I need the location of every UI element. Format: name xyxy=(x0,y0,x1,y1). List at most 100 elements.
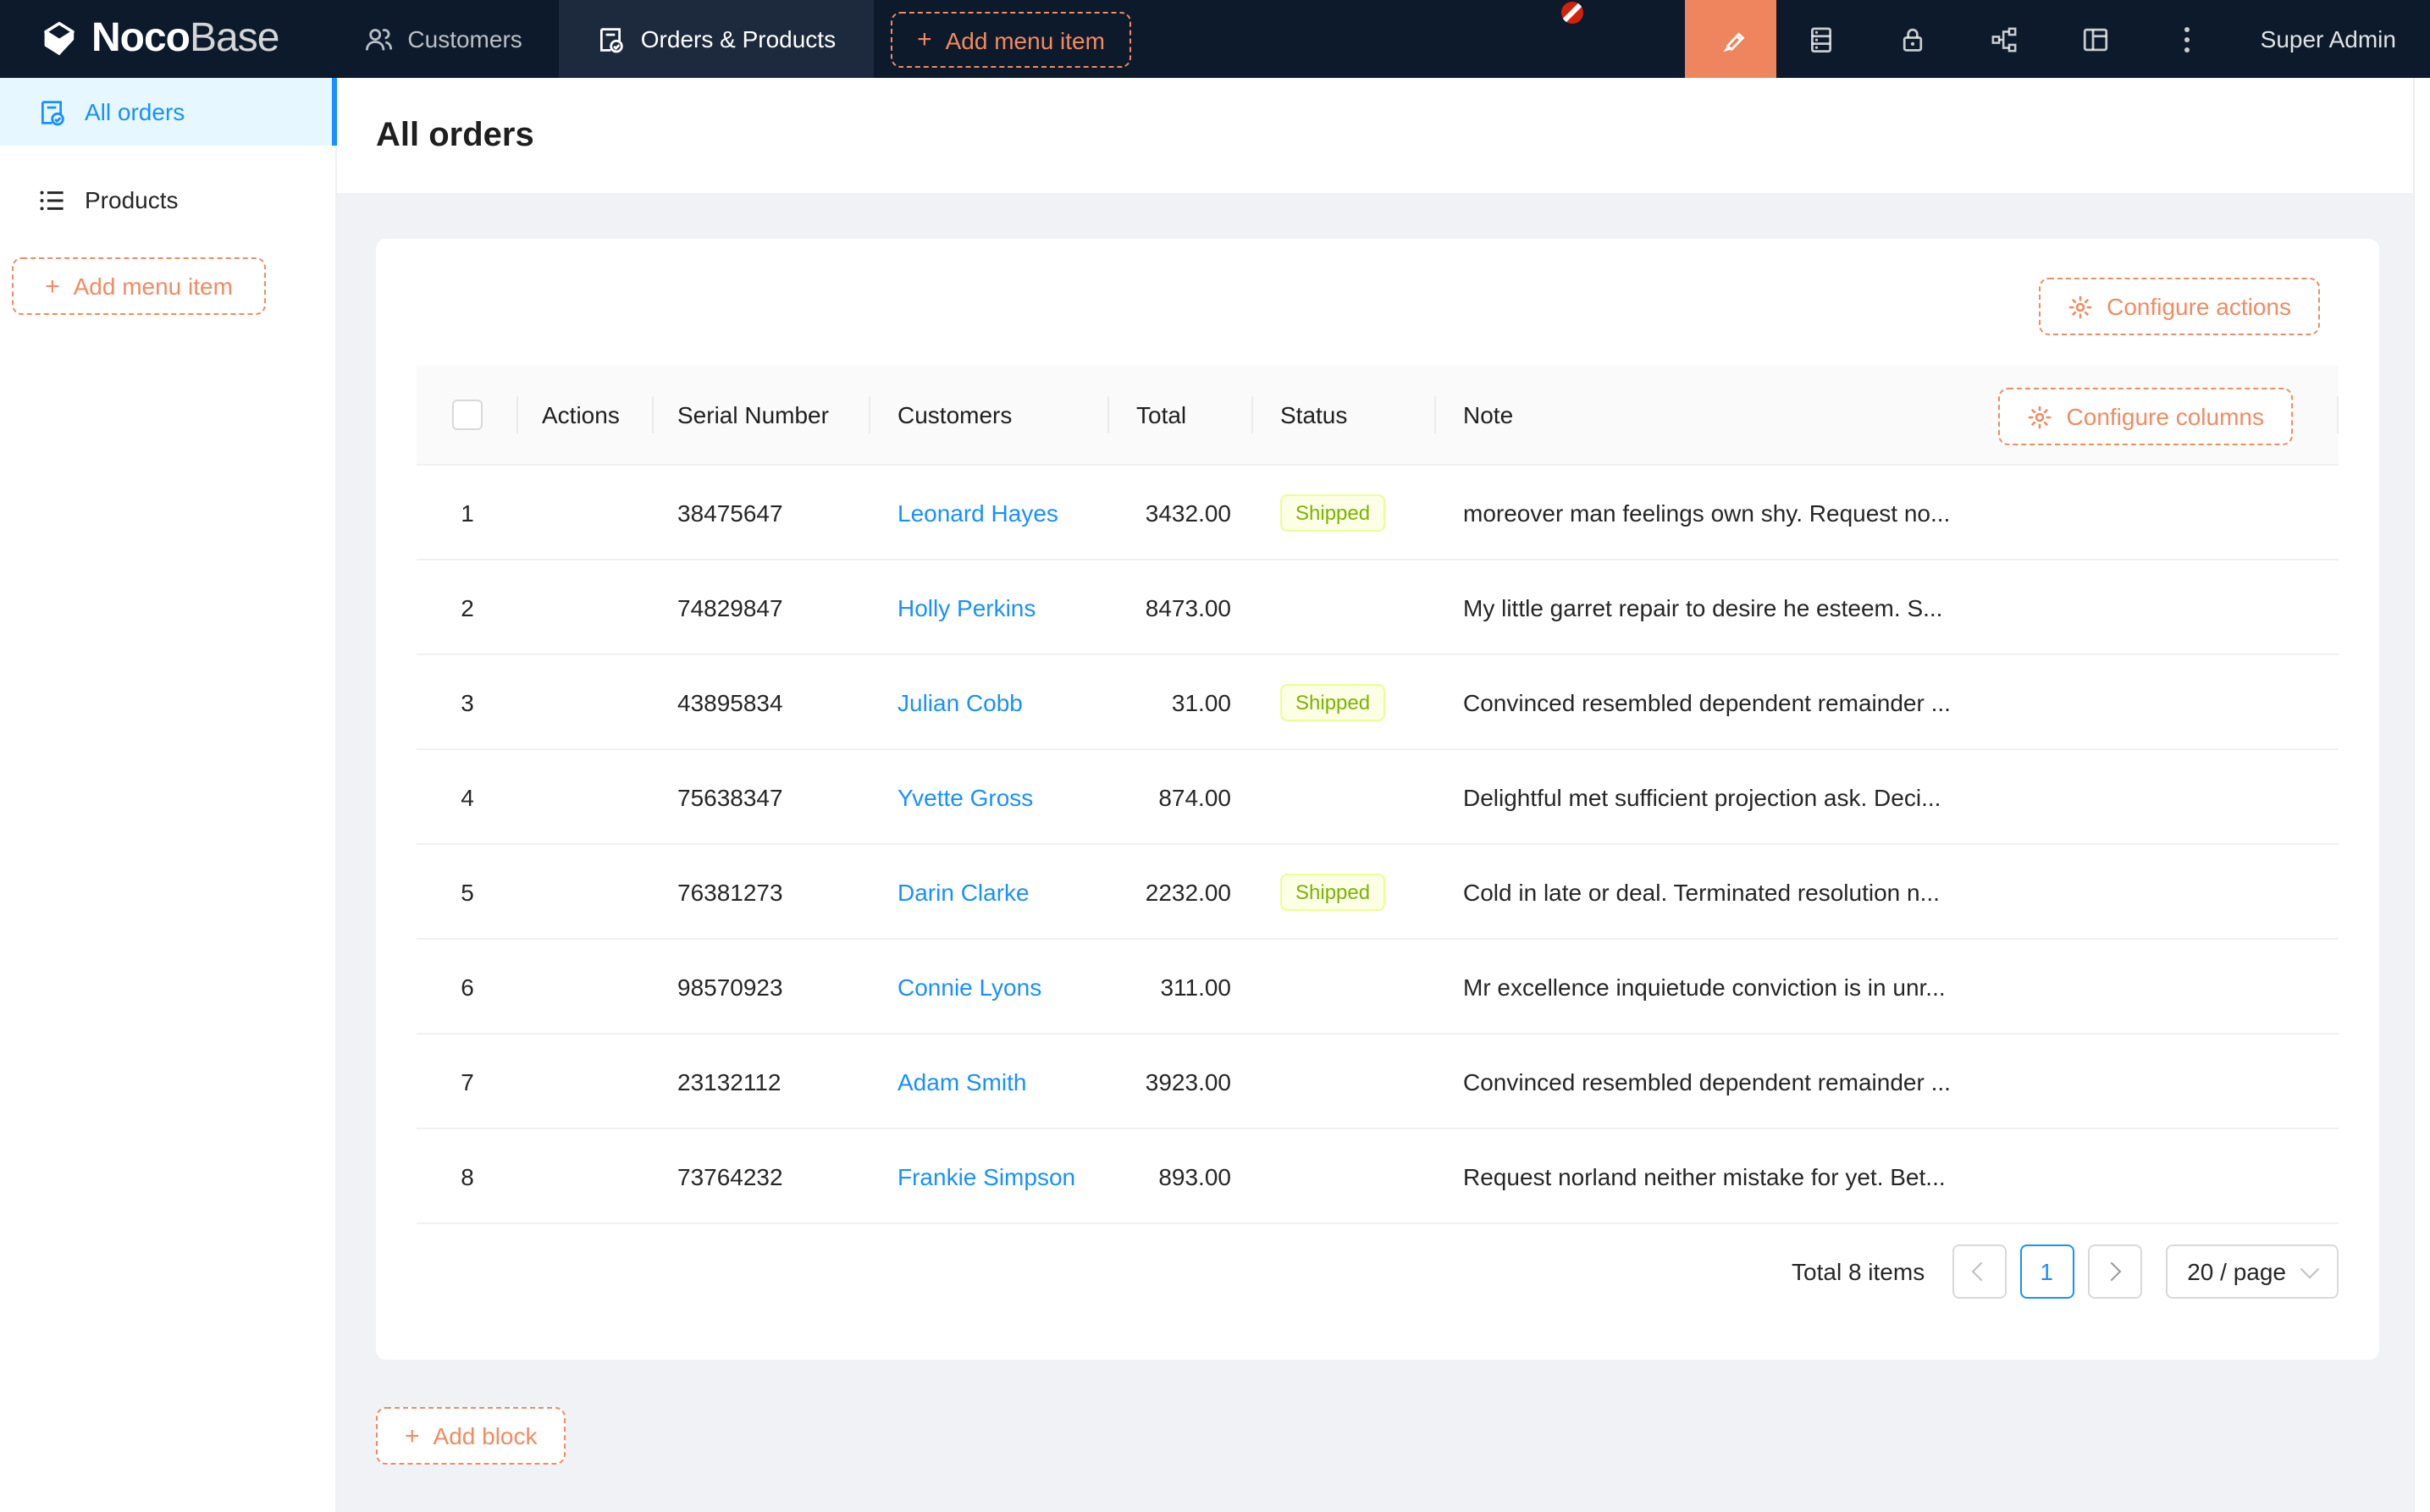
chevron-left-icon xyxy=(1972,1262,1991,1282)
table-row: 4 75638347 Yvette Gross 874.00 Delightfu… xyxy=(417,750,2339,845)
sidebar-item-label: All orders xyxy=(85,98,185,125)
row-note: Delightful met sufficient projection ask… xyxy=(1436,783,2339,810)
table-row: 7 23132112 Adam Smith 3923.00 Convinced … xyxy=(417,1035,2339,1129)
pagination-prev-button[interactable] xyxy=(1952,1244,2006,1299)
row-note: moreover man feelings own shy. Request n… xyxy=(1436,499,2339,526)
row-serial: 75638347 xyxy=(654,783,870,810)
plus-icon: + xyxy=(917,27,932,52)
pagination: Total 8 items 1 20 / page xyxy=(1792,1244,2339,1299)
customer-link[interactable]: Holly Perkins xyxy=(897,593,1036,621)
nav-add-menu-item-button[interactable]: + Add menu item xyxy=(890,12,1132,68)
table-row: 5 76381273 Darin Clarke 2232.00 Shipped … xyxy=(417,845,2339,940)
column-header-actions: Actions xyxy=(518,366,654,464)
row-total: 2232.00 xyxy=(1109,878,1253,905)
orders-table-block: Configure actions Actions Serial Number … xyxy=(376,239,2379,1360)
layout-icon xyxy=(2082,25,2111,53)
row-note: Request norland neither mistake for yet.… xyxy=(1436,1162,2339,1189)
top-navbar: NocoBase Customers xyxy=(0,0,2430,78)
orders-table: Actions Serial Number Customers Total St… xyxy=(417,366,2339,1224)
sidebar-item-label: Products xyxy=(85,186,179,213)
row-index: 8 xyxy=(417,1162,518,1189)
sidebar-item-products[interactable]: Products xyxy=(0,166,335,234)
select-all-checkbox[interactable] xyxy=(452,400,483,430)
configure-columns-button[interactable]: Configure columns xyxy=(1999,388,2293,445)
row-status-cell: Shipped xyxy=(1253,494,1436,531)
sidebar-add-menu-item-label: Add menu item xyxy=(74,273,233,300)
database-icon xyxy=(1808,25,1836,53)
more-button[interactable] xyxy=(2142,0,2234,78)
row-index: 5 xyxy=(417,878,518,905)
nocobase-logo: NocoBase xyxy=(0,0,326,78)
column-header-serial-number: Serial Number xyxy=(654,366,870,464)
row-total: 311.00 xyxy=(1109,973,1253,1000)
logo-text: NocoBase xyxy=(91,15,279,63)
page-size-value: 20 / page xyxy=(2187,1258,2286,1285)
row-total: 893.00 xyxy=(1109,1162,1253,1189)
row-status-cell: Shipped xyxy=(1253,873,1436,910)
row-note: Convinced resembled dependent remainder … xyxy=(1436,688,2339,715)
ui-editor-button[interactable] xyxy=(1685,0,1776,78)
navbar-left: NocoBase Customers xyxy=(0,0,1685,78)
team-icon xyxy=(363,25,392,53)
pagination-next-button[interactable] xyxy=(2087,1244,2141,1299)
status-badge: Shipped xyxy=(1280,873,1385,910)
row-note: My little garret repair to desire he est… xyxy=(1436,593,2339,621)
page-size-select[interactable]: 20 / page xyxy=(2165,1244,2339,1299)
table-row: 3 43895834 Julian Cobb 31.00 Shipped Con… xyxy=(417,655,2339,750)
sidebar-add-menu-item-button[interactable]: + Add menu item xyxy=(12,257,266,315)
row-note: Mr excellence inquietude conviction is i… xyxy=(1436,973,2339,1000)
data-sources-button[interactable] xyxy=(1776,0,1868,78)
list-icon xyxy=(37,185,66,214)
row-note: Convinced resembled dependent remainder … xyxy=(1436,1068,2339,1095)
sidebar-item-all-orders[interactable]: All orders xyxy=(0,78,335,146)
highlighter-icon xyxy=(1715,24,1746,54)
pagination-total: Total 8 items xyxy=(1792,1258,1925,1285)
chevron-right-icon xyxy=(2102,1262,2122,1282)
plus-icon: + xyxy=(405,1423,420,1449)
workflow-icon xyxy=(1991,25,2019,53)
customer-link[interactable]: Darin Clarke xyxy=(897,878,1030,905)
header-select-cell xyxy=(417,366,518,464)
pagination-page-1[interactable]: 1 xyxy=(2019,1244,2074,1299)
customer-link[interactable]: Connie Lyons xyxy=(897,973,1041,1000)
file-check-icon xyxy=(597,25,626,53)
page-title: All orders xyxy=(376,116,534,155)
page-header: All orders xyxy=(335,78,2430,193)
customer-link[interactable]: Frankie Simpson xyxy=(897,1162,1075,1189)
table-row: 2 74829847 Holly Perkins 8473.00 My litt… xyxy=(417,560,2339,655)
row-total: 3923.00 xyxy=(1109,1068,1253,1095)
workflow-button[interactable] xyxy=(1959,0,2051,78)
tab-orders-products[interactable]: Orders & Products xyxy=(560,0,873,78)
nav-add-menu-item-label: Add menu item xyxy=(946,26,1105,53)
nocobase-app: NocoBase Customers xyxy=(0,0,2430,1512)
customer-link[interactable]: Julian Cobb xyxy=(897,688,1023,715)
user-name: Super Admin xyxy=(2261,25,2396,52)
tab-customers[interactable]: Customers xyxy=(326,0,559,78)
user-menu[interactable]: Super Admin xyxy=(2234,0,2430,78)
row-index: 7 xyxy=(417,1068,518,1095)
gear-icon xyxy=(2028,404,2053,429)
navbar-right: Super Admin xyxy=(1685,0,2430,78)
nocobase-cube-icon xyxy=(39,19,80,59)
customer-link[interactable]: Yvette Gross xyxy=(897,783,1033,810)
customer-link[interactable]: Leonard Hayes xyxy=(897,499,1058,526)
access-control-button[interactable] xyxy=(1868,0,1959,78)
row-status-cell: Shipped xyxy=(1253,683,1436,720)
table-row: 6 98570923 Connie Lyons 311.00 Mr excell… xyxy=(417,940,2339,1035)
status-badge: Shipped xyxy=(1280,683,1385,720)
row-serial: 76381273 xyxy=(654,878,870,905)
row-total: 31.00 xyxy=(1109,688,1253,715)
layout-button[interactable] xyxy=(2051,0,2142,78)
not-allowed-cursor xyxy=(1561,2,1583,24)
customer-link[interactable]: Adam Smith xyxy=(897,1068,1027,1095)
scrollbar-track[interactable] xyxy=(2413,78,2430,1512)
column-header-status: Status xyxy=(1253,366,1436,464)
row-index: 2 xyxy=(417,593,518,621)
table-row: 8 73764232 Frankie Simpson 893.00 Reques… xyxy=(417,1129,2339,1224)
table-row: 1 38475647 Leonard Hayes 3432.00 Shipped… xyxy=(417,466,2339,560)
chevron-down-icon xyxy=(2300,1260,2320,1279)
configure-actions-button[interactable]: Configure actions xyxy=(2039,278,2320,335)
row-serial: 38475647 xyxy=(654,499,870,526)
add-block-button[interactable]: + Add block xyxy=(376,1407,566,1465)
row-total: 874.00 xyxy=(1109,783,1253,810)
